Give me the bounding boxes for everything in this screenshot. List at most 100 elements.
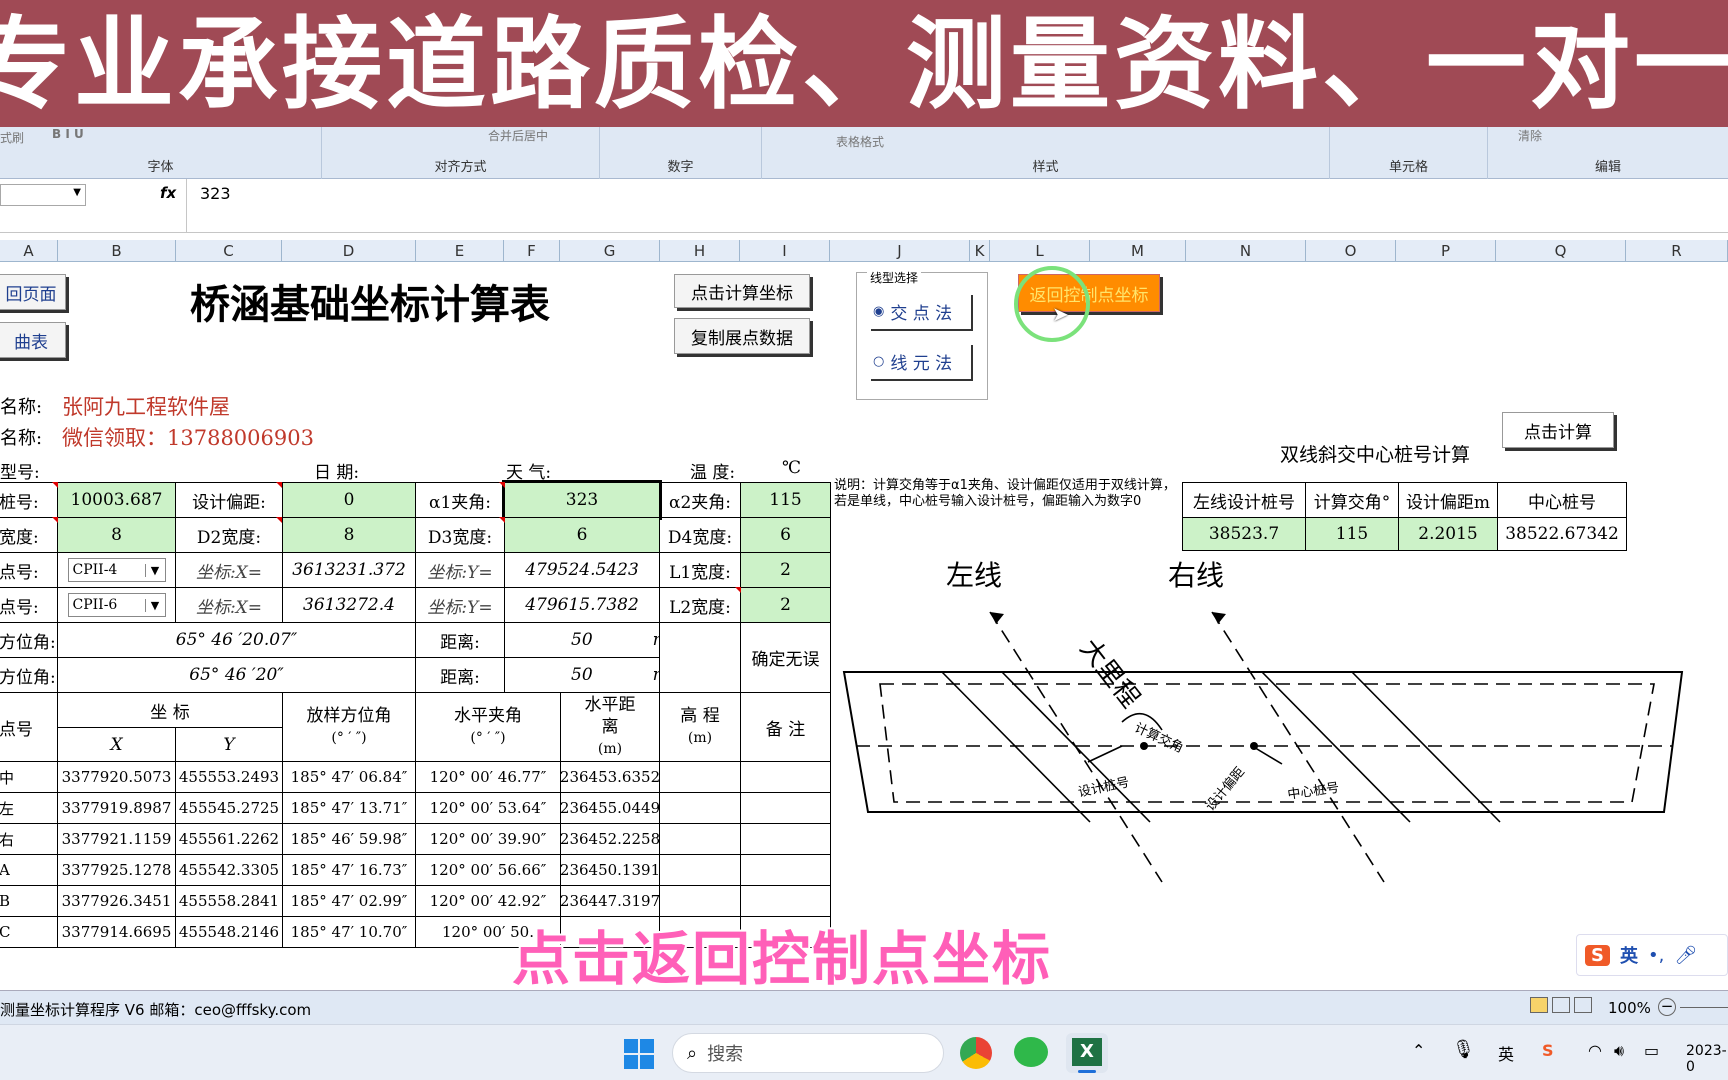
ime-tray-icon[interactable]: 英 xyxy=(1498,1041,1514,1065)
cell-azimuth[interactable]: 185° 47′ 06.84″ xyxy=(282,761,416,793)
col-header-l[interactable]: L xyxy=(990,240,1090,262)
cell-hangle[interactable]: 120° 00′ 46.77″ xyxy=(415,761,561,793)
formula-input[interactable]: 323 xyxy=(200,184,231,203)
cell-hangle[interactable]: 120° 00′ 53.64″ xyxy=(415,792,561,824)
dual-value-offset[interactable]: 2.2015 xyxy=(1398,517,1498,551)
col-header-j[interactable]: J xyxy=(830,240,970,262)
taskbar-search[interactable]: ⌕ 搜索 xyxy=(672,1033,944,1073)
cell-y[interactable]: 455558.2841 xyxy=(175,885,283,917)
cell-elev[interactable] xyxy=(659,792,741,824)
excel-taskbar-button[interactable]: X xyxy=(1066,1033,1108,1073)
chrome-icon[interactable] xyxy=(960,1037,992,1069)
back-home-button[interactable]: 回页面 xyxy=(0,274,66,310)
curve-table-button[interactable]: 曲表 xyxy=(0,322,66,358)
cell-y[interactable]: 455542.3305 xyxy=(175,854,283,886)
col-header-h[interactable]: H xyxy=(660,240,740,262)
volume-icon[interactable]: 🔊︎ xyxy=(1614,1041,1624,1061)
cell-point[interactable]: 中 xyxy=(0,761,58,793)
d2-width-value[interactable]: 8 xyxy=(282,517,416,553)
cell-remark[interactable] xyxy=(740,854,831,886)
radio-unselected-icon[interactable]: ○ xyxy=(873,354,884,369)
col-header-i[interactable]: I xyxy=(740,240,830,262)
design-offset-value[interactable]: 0 xyxy=(282,482,416,518)
col-header-n[interactable]: N xyxy=(1186,240,1306,262)
calc-coords-button[interactable]: 点击计算坐标 xyxy=(674,274,810,308)
comment-marker[interactable] xyxy=(735,587,741,593)
chevron-down-icon[interactable]: ▼ xyxy=(144,598,165,612)
copy-points-button[interactable]: 复制展点数据 xyxy=(674,318,810,354)
col-header-g[interactable]: G xyxy=(560,240,660,262)
cell-x[interactable]: 3377926.3451 xyxy=(57,885,176,917)
chevron-up-icon[interactable]: ⌃ xyxy=(1412,1041,1425,1060)
point1-select[interactable]: CPII-4 ▼ xyxy=(67,558,166,582)
cell-y[interactable]: 455553.2493 xyxy=(175,761,283,793)
cell-hangle[interactable]: 120° 00′ 56.66″ xyxy=(415,854,561,886)
comment-marker[interactable] xyxy=(52,482,58,488)
col-header-a[interactable]: A xyxy=(0,240,58,262)
d4-width-value[interactable]: 6 xyxy=(740,517,831,553)
cell-y[interactable]: 455545.2725 xyxy=(175,792,283,824)
cell-remark[interactable] xyxy=(740,823,831,855)
l2-width-value[interactable]: 2 xyxy=(740,587,831,623)
cell-point[interactable]: B xyxy=(0,885,58,917)
col-header-k[interactable]: K xyxy=(970,240,990,262)
cell-point[interactable]: 左 xyxy=(0,792,58,824)
col-header-f[interactable]: F xyxy=(504,240,560,262)
col-header-o[interactable]: O xyxy=(1306,240,1396,262)
cell-x[interactable]: 3377920.5073 xyxy=(57,761,176,793)
cell-x[interactable]: 3377914.6695 xyxy=(57,916,176,948)
cell-hdist[interactable]: 236455.0449 xyxy=(560,792,660,824)
chevron-down-icon[interactable]: ▼ xyxy=(144,563,165,577)
battery-icon[interactable]: ▭ xyxy=(1644,1041,1659,1060)
point2-select[interactable]: CPII-6 ▼ xyxy=(67,593,166,617)
ime-mode[interactable]: 英 xyxy=(1620,942,1638,968)
fx-icon[interactable]: fx xyxy=(160,184,176,202)
cell-azimuth[interactable]: 185° 47′ 16.73″ xyxy=(282,854,416,886)
name-box[interactable]: ▼ xyxy=(0,184,86,206)
normal-view-icon[interactable] xyxy=(1530,997,1548,1013)
zoom-level[interactable]: 100% xyxy=(1608,999,1651,1017)
windows-start-icon[interactable] xyxy=(624,1039,654,1069)
mic-tray-icon[interactable]: 🎙︎ xyxy=(1452,1039,1475,1060)
col-header-m[interactable]: M xyxy=(1090,240,1186,262)
cell-hdist[interactable]: 236453.6352 xyxy=(560,761,660,793)
cell-point[interactable]: 右 xyxy=(0,823,58,855)
radio-selected-icon[interactable]: ◉ xyxy=(873,304,884,319)
width-value[interactable]: 8 xyxy=(57,517,176,553)
radio-intersection-method[interactable]: ◉ 交 点 法 xyxy=(869,293,971,329)
cell-y[interactable]: 455548.2146 xyxy=(175,916,283,948)
l1-width-value[interactable]: 2 xyxy=(740,552,831,588)
clock[interactable]: 2023-0 xyxy=(1686,1043,1728,1075)
col-header-p[interactable]: P xyxy=(1396,240,1496,262)
dual-value-angle[interactable]: 115 xyxy=(1305,517,1399,551)
zoom-slider[interactable] xyxy=(1680,1007,1728,1008)
cell-remark[interactable] xyxy=(740,792,831,824)
cell-x[interactable]: 3377919.8987 xyxy=(57,792,176,824)
wifi-icon[interactable]: ◠ xyxy=(1588,1041,1602,1060)
col-header-e[interactable]: E xyxy=(416,240,504,262)
cell-hdist[interactable]: 236452.2258 xyxy=(560,823,660,855)
cell-x[interactable]: 3377925.1278 xyxy=(57,854,176,886)
worksheet[interactable]: 回页面 曲表 桥涵基础坐标计算表 点击计算坐标 复制展点数据 线型选择 ◉ 交 点… xyxy=(0,262,1728,972)
zoom-out-icon[interactable]: − xyxy=(1658,998,1676,1016)
cell-azimuth[interactable]: 185° 47′ 02.99″ xyxy=(282,885,416,917)
cell-point[interactable]: C xyxy=(0,916,58,948)
cell-hangle[interactable]: 120° 00′ 39.90″ xyxy=(415,823,561,855)
cell-elev[interactable] xyxy=(659,854,741,886)
col-header-q[interactable]: Q xyxy=(1496,240,1626,262)
comment-marker[interactable] xyxy=(499,517,505,523)
wechat-icon[interactable] xyxy=(1014,1037,1048,1067)
station-value[interactable]: 10003.687 xyxy=(57,482,176,518)
comment-marker[interactable] xyxy=(276,517,282,523)
ime-toolbar[interactable]: S 英 •, 🎤︎ xyxy=(1576,934,1728,976)
col-header-b[interactable]: B xyxy=(58,240,176,262)
cell-azimuth[interactable]: 185° 46′ 59.98″ xyxy=(282,823,416,855)
cell-azimuth[interactable]: 185° 47′ 13.71″ xyxy=(282,792,416,824)
comment-marker[interactable] xyxy=(52,517,58,523)
cell-x[interactable]: 3377921.1159 xyxy=(57,823,176,855)
comment-marker[interactable] xyxy=(276,482,282,488)
comment-marker[interactable] xyxy=(499,482,505,488)
cell-elev[interactable] xyxy=(659,761,741,793)
dual-calc-button[interactable]: 点击计算 xyxy=(1502,412,1614,448)
dual-value-left-station[interactable]: 38523.7 xyxy=(1182,517,1306,551)
